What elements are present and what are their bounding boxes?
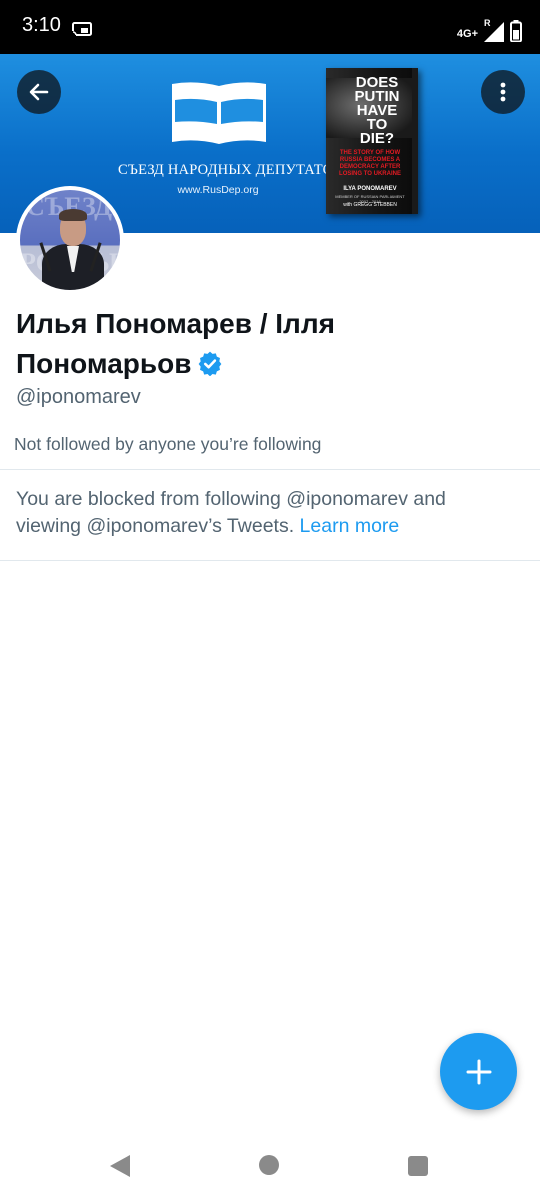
cast-icon: [72, 22, 92, 36]
divider: [0, 469, 540, 470]
system-navigation-bar: [0, 1130, 540, 1200]
book-subtitle: THE STORY OF HOW RUSSIA BECOMES A DEMOCR…: [339, 150, 401, 177]
blocked-notice: You are blocked from following @iponomar…: [16, 488, 446, 537]
nav-recents-icon[interactable]: [408, 1156, 428, 1176]
network-type: 4G+: [456, 28, 478, 40]
nav-back-icon[interactable]: [108, 1154, 132, 1178]
profile-display-name: Илья Пономарев / Ілля Пономарьов: [16, 308, 335, 379]
compose-tweet-button[interactable]: [440, 1033, 517, 1110]
book-coauthor: with GREGG STEBBEN: [343, 202, 397, 208]
book-cover: DOES PUTIN HAVE TO DIE? THE STORY OF HOW…: [326, 68, 418, 214]
nav-home-icon[interactable]: [259, 1155, 279, 1175]
book-title: DOES PUTIN HAVE TO DIE?: [354, 74, 400, 147]
verified-badge-icon: [199, 351, 222, 376]
profile-handle: @iponomarev: [16, 386, 141, 408]
learn-more-link[interactable]: Learn more: [300, 515, 400, 537]
more-vertical-icon: [500, 82, 506, 102]
more-options-button[interactable]: [481, 70, 525, 114]
status-time: 3:10: [22, 14, 61, 36]
status-bar: 3:10 4G+ R: [0, 0, 540, 54]
followers-you-know: Not followed by anyone you’re following: [14, 434, 322, 454]
book-author: ILYA PONOMAREV: [343, 186, 397, 192]
back-button[interactable]: [17, 70, 61, 114]
battery-icon: [510, 20, 522, 42]
roaming-indicator: R: [484, 18, 491, 28]
avatar[interactable]: СЪЕЗД РОДНЫ: [16, 186, 124, 294]
plus-icon: [466, 1059, 491, 1084]
logo-url: www.RusDep.org: [177, 184, 259, 196]
logo-title: СЪЕЗД НАРОДНЫХ ДЕПУТАТОВ: [118, 162, 344, 178]
divider: [0, 560, 540, 561]
arrow-left-icon: [29, 83, 49, 101]
open-book-logo-icon: [172, 82, 266, 144]
